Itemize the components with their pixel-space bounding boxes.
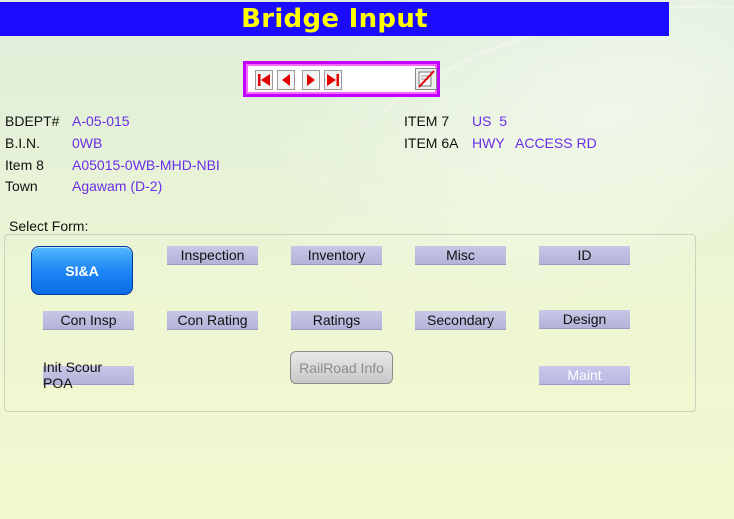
railroad-info-button[interactable]: RailRoad Info [290,351,393,384]
inventory-button[interactable]: Inventory [291,246,382,265]
bin-value[interactable]: 0WB [72,135,102,151]
id-button[interactable]: ID [539,246,630,265]
town-value[interactable]: Agawam (D-2) [72,178,162,194]
first-record-button[interactable] [255,70,273,90]
con-insp-button[interactable]: Con Insp [43,311,134,330]
next-record-button[interactable] [302,70,320,90]
record-navigator [243,61,440,97]
maint-button[interactable]: Maint [539,366,630,385]
next-record-icon [307,74,315,86]
init-scour-poa-button[interactable]: Init Scour POA [43,359,134,391]
item6a-type-value[interactable]: HWY [472,135,505,151]
bdept-label: BDEPT# [5,113,60,129]
ratings-button[interactable]: Ratings [291,311,382,330]
last-record-button[interactable] [324,70,342,90]
inspection-button[interactable]: Inspection [167,246,258,265]
item6a-label: ITEM 6A [404,135,459,151]
previous-record-icon [282,74,290,86]
edit-record-button[interactable] [415,68,437,90]
first-record-icon [258,74,270,86]
item6a-name-value[interactable]: ACCESS RD [515,135,597,151]
title-bar: Bridge Input [0,2,669,36]
page-title: Bridge Input [241,4,428,34]
select-form-label: Select Form: [9,218,89,234]
item8-value[interactable]: A05015-0WB-MHD-NBI [72,157,220,173]
secondary-button[interactable]: Secondary [415,311,506,330]
edit-icon [418,70,435,88]
design-button[interactable]: Design [539,310,630,329]
item7-label: ITEM 7 [404,113,450,129]
town-label: Town [5,178,38,194]
item7-value[interactable]: US 5 [472,113,507,129]
bdept-value[interactable]: A-05-015 [72,113,130,129]
item8-label: Item 8 [5,157,44,173]
bin-label: B.I.N. [5,135,41,151]
sia-button[interactable]: SI&A [31,246,133,295]
misc-button[interactable]: Misc [415,246,506,265]
last-record-icon [327,74,339,86]
con-rating-button[interactable]: Con Rating [167,311,258,330]
previous-record-button[interactable] [277,70,295,90]
